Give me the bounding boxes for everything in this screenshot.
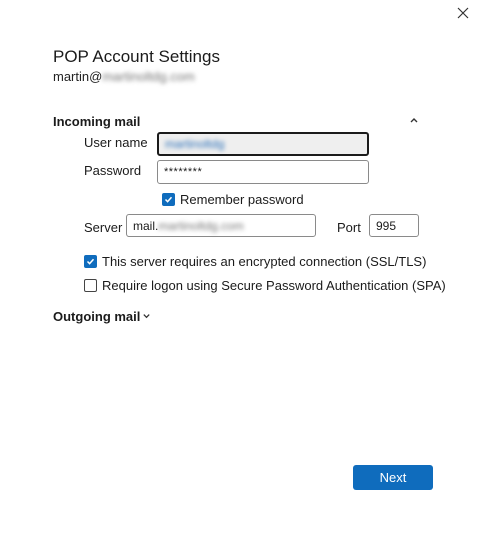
port-value: 995 — [376, 218, 397, 233]
spa-label: Require logon using Secure Password Auth… — [102, 278, 446, 293]
checkbox-unchecked-icon — [84, 279, 97, 292]
dialog-title: POP Account Settings — [53, 47, 220, 66]
spa-checkbox[interactable]: Require logon using Secure Password Auth… — [84, 278, 446, 293]
port-label: Port — [337, 220, 361, 235]
server-domain: martinoltdg.com — [158, 218, 244, 233]
server-prefix: mail. — [133, 218, 159, 233]
password-value: ******** — [164, 166, 203, 178]
incoming-mail-heading[interactable]: Incoming mail — [53, 114, 140, 129]
incoming-collapse-toggle[interactable] — [409, 113, 419, 131]
password-label: Password — [84, 163, 142, 178]
username-value: martinoltdg — [165, 137, 225, 151]
outgoing-mail-heading: Outgoing mail — [53, 308, 141, 324]
ssl-checkbox[interactable]: This server requires an encrypted connec… — [84, 254, 426, 269]
close-icon — [457, 6, 469, 24]
password-field[interactable]: ******** — [157, 160, 369, 184]
ssl-label: This server requires an encrypted connec… — [102, 254, 427, 269]
outgoing-mail-toggle[interactable]: Outgoing mail — [53, 307, 151, 325]
checkbox-checked-icon — [84, 255, 97, 268]
next-button[interactable]: Next — [353, 465, 433, 490]
remember-password-checkbox[interactable]: Remember password — [162, 192, 304, 207]
username-field[interactable]: martinoltdg — [157, 132, 369, 156]
account-prefix: martin@ — [53, 69, 103, 84]
close-button[interactable] — [452, 4, 474, 26]
server-field[interactable]: mail. martinoltdg.com — [126, 214, 316, 237]
username-label: User name — [84, 135, 148, 150]
chevron-down-icon — [142, 307, 151, 325]
chevron-up-icon — [409, 113, 419, 130]
account-address: martin@martinoltdg.com — [53, 69, 195, 84]
port-field[interactable]: 995 — [369, 214, 419, 237]
remember-password-label: Remember password — [180, 192, 304, 207]
checkbox-checked-icon — [162, 193, 175, 206]
account-domain: martinoltdg.com — [102, 69, 195, 84]
server-label: Server — [84, 220, 123, 235]
